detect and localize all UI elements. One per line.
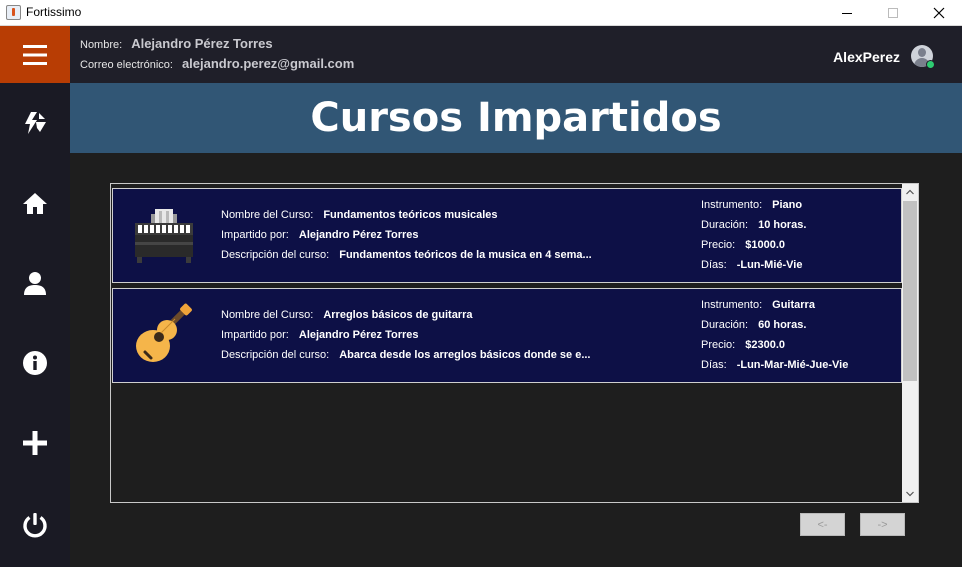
info-button[interactable] [0,338,70,388]
days-label: Días: [701,359,727,371]
teacher-label: Impartido por: [221,329,289,341]
sync-button[interactable] [0,98,70,148]
course-name-label: Nombre del Curso: [221,309,314,321]
vertical-scrollbar[interactable] [902,184,918,502]
description-field: Descripción del curso: Abarca desde los … [221,349,590,361]
email-value: alejandro.perez@gmail.com [181,56,355,71]
chevron-up-icon [906,189,914,195]
teacher-value: Alejandro Pérez Torres [298,329,419,341]
plus-icon [23,431,47,455]
name-value: Alejandro Pérez Torres [131,36,273,51]
days-value: -Lun-Mar-Mié-Jue-Vie [736,359,849,371]
email-label: Correo electrónico: [80,59,173,71]
username[interactable]: AlexPerez [833,49,900,65]
course-card[interactable]: Nombre del Curso: Arreglos básicos de gu… [112,288,902,383]
chevron-down-icon [906,491,914,497]
minimize-icon [842,12,852,14]
add-button[interactable] [0,418,70,468]
course-name-field: Nombre del Curso: Arreglos básicos de gu… [221,309,473,321]
description-value: Fundamentos teóricos de la musica en 4 s… [339,249,592,261]
hamburger-menu-icon [23,44,47,65]
instrument-value: Piano [772,199,803,211]
profile-button[interactable] [0,258,70,308]
close-button[interactable] [916,0,962,26]
course-name-label: Nombre del Curso: [221,209,314,221]
sidebar [0,26,70,567]
maximize-button[interactable] [870,0,916,26]
price-value: $2300.0 [745,339,786,351]
instrument-value: Guitarra [772,299,815,311]
days-value: -Lun-Mié-Vie [736,259,803,271]
course-card[interactable]: Nombre del Curso: Fundamentos teóricos m… [112,188,902,283]
teacher-field: Impartido por: Alejandro Pérez Torres [221,329,419,341]
instrument-label: Instrumento: [701,199,763,211]
description-label: Descripción del curso: [221,349,330,361]
user-name-row: Nombre: Alejandro Pérez Torres [80,36,273,51]
next-page-button[interactable]: -> [860,513,905,536]
info-icon [23,351,47,375]
guitar-icon [136,303,192,362]
price-value: $1000.0 [745,239,786,251]
description-field: Descripción del curso: Fundamentos teóri… [221,249,592,261]
course-name-value: Fundamentos teóricos musicales [323,209,498,221]
page-title: Cursos Impartidos [310,95,722,141]
home-button[interactable] [0,178,70,228]
power-icon [23,513,47,538]
java-app-icon [6,5,21,20]
price-field: Precio: $2300.0 [701,339,785,351]
duration-field: Duración: 60 horas. [701,319,806,331]
teacher-value: Alejandro Pérez Torres [298,229,419,241]
close-icon [933,7,945,19]
course-name-field: Nombre del Curso: Fundamentos teóricos m… [221,209,498,221]
user-icon [24,272,46,295]
duration-value: 10 horas. [758,219,807,231]
course-name-value: Arreglos básicos de guitarra [323,309,473,321]
online-status-icon [926,60,935,69]
instrument-label: Instrumento: [701,299,763,311]
instrument-field: Instrumento: Guitarra [701,299,815,311]
piano-icon [135,209,193,263]
home-icon [23,193,47,214]
teacher-field: Impartido por: Alejandro Pérez Torres [221,229,419,241]
description-value: Abarca desde los arreglos básicos donde … [339,349,591,361]
user-header: Nombre: Alejandro Pérez Torres Correo el… [70,26,962,83]
duration-label: Duración: [701,219,749,231]
description-label: Descripción del curso: [221,249,330,261]
menu-button[interactable] [0,26,70,83]
power-button[interactable] [0,500,70,550]
teacher-label: Impartido por: [221,229,289,241]
duration-label: Duración: [701,319,749,331]
page-banner: Cursos Impartidos [70,83,962,153]
name-label: Nombre: [80,39,123,51]
course-list[interactable]: Nombre del Curso: Fundamentos teóricos m… [110,183,919,503]
avatar-head [918,48,926,57]
main-content: Nombre del Curso: Fundamentos teóricos m… [70,153,962,567]
window-titlebar: Fortissimo [0,0,962,26]
minimize-button[interactable] [824,0,870,26]
instrument-field: Instrumento: Piano [701,199,802,211]
scroll-up-button[interactable] [902,184,918,200]
days-label: Días: [701,259,727,271]
scroll-thumb[interactable] [903,201,917,381]
user-email-row: Correo electrónico: alejandro.perez@gmai… [80,56,354,71]
price-field: Precio: $1000.0 [701,239,785,251]
price-label: Precio: [701,239,736,251]
duration-value: 60 horas. [758,319,807,331]
sync-arrows-icon [25,112,46,134]
price-label: Precio: [701,339,736,351]
duration-field: Duración: 10 horas. [701,219,806,231]
scroll-down-button[interactable] [902,486,918,502]
previous-page-button[interactable]: <- [800,513,845,536]
maximize-icon [888,8,898,18]
days-field: Días: -Lun-Mié-Vie [701,259,802,271]
window-title: Fortissimo [26,5,82,19]
days-field: Días: -Lun-Mar-Mié-Jue-Vie [701,359,848,371]
